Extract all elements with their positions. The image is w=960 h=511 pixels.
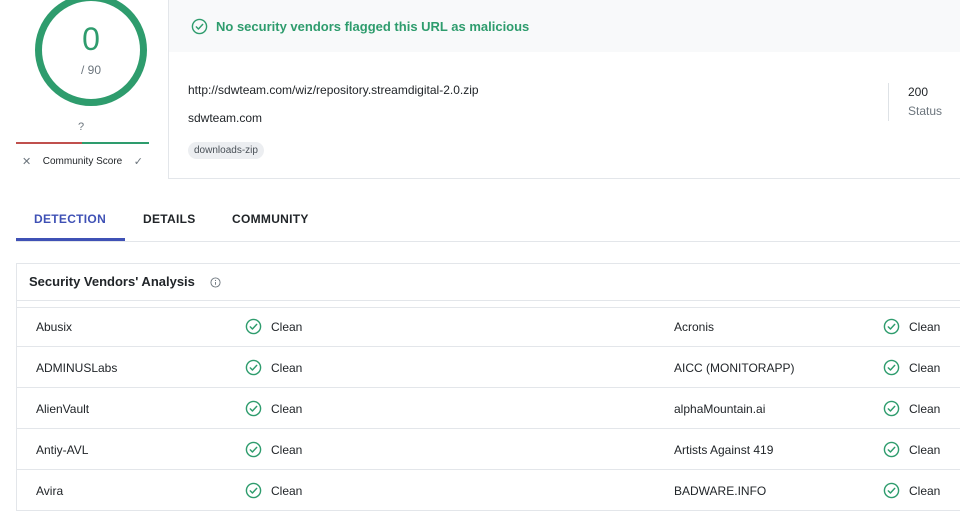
url-domain[interactable]: sdwteam.com [188, 111, 262, 125]
community-score-label: Community Score [42, 155, 123, 167]
http-status-code: 200 [908, 85, 929, 99]
vendor-name: alphaMountain.ai [674, 402, 766, 416]
table-row: Avira Clean BADWARE.INFO Clean [17, 470, 960, 511]
table-row: ADMINUSLabs Clean AICC (MONITORAPP) Clean [17, 347, 960, 388]
vendor-name: Antiy-AVL [36, 443, 89, 457]
vendor-verdict: Clean [245, 318, 302, 335]
vendor-name: AICC (MONITORAPP) [674, 361, 795, 375]
vendor-name: ADMINUSLabs [36, 361, 118, 375]
verdict-label: Clean [909, 442, 941, 457]
community-score: ✕ Community Score ✓ [16, 151, 149, 171]
community-score-bar [16, 142, 149, 144]
check-circle-icon [883, 482, 900, 499]
verdict-message: No security vendors flagged this URL as … [216, 18, 530, 34]
vendor-verdict: Clean [245, 482, 302, 499]
community-score-bar-harmless [82, 142, 149, 144]
report-tabs: DETECTION DETAILS COMMUNITY [16, 200, 960, 242]
detection-score-gauge: 0 / 90 [35, 0, 147, 106]
verdict-label: Clean [909, 360, 941, 375]
vendor-verdict: Clean [245, 359, 302, 376]
http-status-label: Status [908, 104, 943, 118]
vendor-name: Abusix [36, 320, 73, 334]
security-vendors-panel: Security Vendors' Analysis Abusix Clean Ac… [16, 263, 960, 511]
tab-community[interactable]: COMMUNITY [232, 212, 309, 226]
verdict-label: Clean [909, 401, 941, 416]
verdict-label: Clean [271, 442, 303, 457]
vendor-verdict: Clean [883, 441, 940, 458]
scanned-url: http://sdwteam.com/wiz/repository.stream… [188, 83, 479, 97]
community-score-value: ? [78, 121, 85, 133]
detection-count: 0 [82, 21, 100, 57]
verdict-label: Clean [271, 401, 303, 416]
active-tab-indicator [16, 238, 125, 241]
check-circle-icon [245, 400, 262, 417]
table-row: Abusix Clean Acronis Clean [17, 306, 960, 347]
vote-harmless-icon[interactable]: ✓ [134, 155, 149, 168]
score-panel: 0 / 90 ? ✕ Community Score ✓ [0, 0, 168, 178]
verdict-label: Clean [271, 483, 303, 498]
vendor-verdict: Clean [883, 359, 940, 376]
table-row: AlienVault Clean alphaMountain.ai Clean [17, 388, 960, 429]
tab-detection[interactable]: DETECTION [34, 212, 106, 226]
verdict-label: Clean [909, 483, 941, 498]
vote-malicious-icon[interactable]: ✕ [16, 155, 31, 168]
verdict-label: Clean [909, 319, 941, 334]
vendor-verdict: Clean [883, 482, 940, 499]
check-circle-icon [883, 441, 900, 458]
check-circle-icon [883, 359, 900, 376]
check-circle-icon [883, 318, 900, 335]
vendor-verdict: Clean [883, 318, 940, 335]
check-circle-icon [245, 482, 262, 499]
vendor-verdict: Clean [883, 400, 940, 417]
header-bottom-divider [168, 178, 960, 179]
vendor-name: AlienVault [36, 402, 90, 416]
tab-details[interactable]: DETAILS [143, 212, 196, 226]
vendor-name: Avira [36, 484, 64, 498]
info-icon[interactable] [210, 277, 221, 288]
security-vendors-title: Security Vendors' Analysis [29, 274, 195, 289]
check-circle-icon [883, 400, 900, 417]
vendor-name: BADWARE.INFO [674, 484, 767, 498]
vendor-verdict: Clean [245, 441, 302, 458]
vendor-name: Artists Against 419 [674, 443, 774, 457]
verdict-banner: No security vendors flagged this URL as … [169, 0, 960, 52]
check-circle-icon [245, 318, 262, 335]
vendor-verdict: Clean [245, 400, 302, 417]
verdict-label: Clean [271, 319, 303, 334]
url-tag[interactable]: downloads-zip [188, 142, 264, 159]
detection-total: / 90 [80, 63, 101, 77]
check-circle-icon [245, 359, 262, 376]
community-score-bar-malicious [16, 142, 82, 144]
check-circle-icon [191, 18, 208, 34]
verdict-label: Clean [271, 360, 303, 375]
vendor-name: Acronis [674, 320, 715, 334]
table-row: Antiy-AVL Clean Artists Against 419 Clean [17, 429, 960, 470]
status-divider [888, 83, 889, 121]
check-circle-icon [245, 441, 262, 458]
